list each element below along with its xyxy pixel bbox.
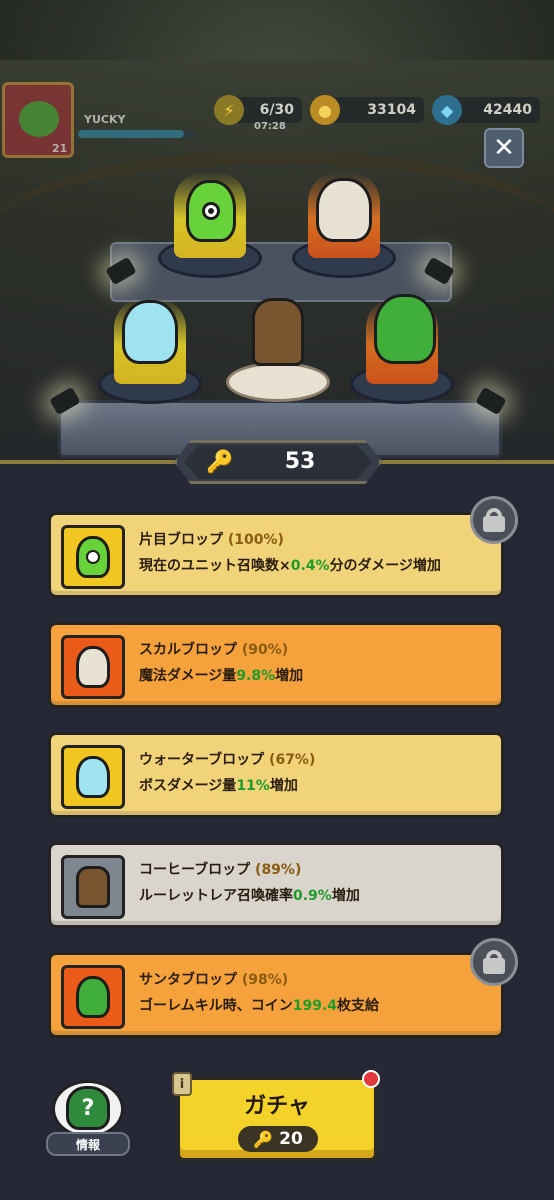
close-icon: ✕ xyxy=(493,133,515,163)
key-icon: 🔑 xyxy=(253,1129,274,1149)
santa-blob-icon xyxy=(61,965,125,1029)
coin-value: 33104 xyxy=(367,102,416,118)
card-description: ゴーレムキル時、コイン199.4枚支給 xyxy=(139,998,380,1014)
gem-counter[interactable]: ◆ 42440 xyxy=(432,95,540,125)
gacha-button[interactable]: ガチャ 🔑 20 xyxy=(176,1076,378,1162)
coin-counter[interactable]: ● 33104 xyxy=(310,95,424,125)
lock-icon[interactable] xyxy=(470,938,518,986)
bonus-card-coffee[interactable]: コーヒーブロップ (89%) ルーレットレア召喚確率0.9%増加 xyxy=(48,842,504,928)
player-exp-bar xyxy=(78,130,196,138)
coffee-blob-figure[interactable] xyxy=(252,298,304,366)
notification-dot xyxy=(362,1070,380,1088)
skull-blob-icon xyxy=(61,635,125,699)
bonus-card-one-eye[interactable]: 片目ブロップ (100%) 現在のユニット召喚数×0.4%分のダメージ増加 xyxy=(48,512,504,598)
energy-timer: 07:28 xyxy=(254,121,286,132)
divider-line xyxy=(0,460,180,464)
gacha-cost: 🔑 20 xyxy=(238,1126,318,1152)
bonus-card-skull[interactable]: スカルブロップ (90%) 魔法ダメージ量9.8%増加 xyxy=(48,622,504,708)
player-level: 21 xyxy=(52,142,68,155)
gacha-cost-value: 20 xyxy=(279,1129,303,1149)
water-blob-figure[interactable] xyxy=(122,300,178,364)
coin-icon: ● xyxy=(310,95,340,125)
player-name: YUCKY xyxy=(84,113,126,126)
divider-line xyxy=(376,460,554,464)
energy-value: 6/30 xyxy=(259,102,294,118)
pedestal xyxy=(226,362,330,402)
card-description: 魔法ダメージ量9.8%増加 xyxy=(139,668,304,684)
water-blob-icon xyxy=(61,745,125,809)
info-label: 情報 xyxy=(46,1132,130,1156)
display-scene: 21 YUCKY ⚡ 6/30 07:28 ● 33104 ◆ 42440 ✕ xyxy=(0,0,554,462)
card-description: ボスダメージ量11%増加 xyxy=(139,778,298,794)
lightning-icon: ⚡ xyxy=(214,95,244,125)
key-icon: 🔑 xyxy=(206,449,234,475)
card-title: 片目ブロップ (100%) xyxy=(139,532,284,548)
skull-blob-figure[interactable] xyxy=(316,178,372,242)
card-title: スカルブロップ (90%) xyxy=(139,642,289,658)
energy-counter[interactable]: ⚡ 6/30 xyxy=(214,95,302,125)
one-eye-blob-icon xyxy=(61,525,125,589)
question-blob-icon: ? xyxy=(66,1086,110,1130)
card-description: 現在のユニット召喚数×0.4%分のダメージ増加 xyxy=(139,558,441,574)
close-button[interactable]: ✕ xyxy=(484,128,524,168)
one-eye-blob-figure[interactable] xyxy=(186,180,236,242)
santa-blob-figure[interactable] xyxy=(374,294,436,364)
card-description: ルーレットレア召喚確率0.9%増加 xyxy=(139,888,360,904)
key-count: 53 xyxy=(284,449,316,474)
gem-value: 42440 xyxy=(483,102,532,118)
gacha-info-icon[interactable]: i xyxy=(172,1072,192,1096)
info-button[interactable]: ? 情報 xyxy=(46,1080,130,1160)
gacha-label: ガチャ xyxy=(244,1094,310,1119)
card-title: ウォーターブロップ (67%) xyxy=(139,752,316,768)
bonus-card-water[interactable]: ウォーターブロップ (67%) ボスダメージ量11%増加 xyxy=(48,732,504,818)
gem-icon: ◆ xyxy=(432,95,462,125)
coffee-blob-icon xyxy=(61,855,125,919)
card-title: サンタブロップ (98%) xyxy=(139,972,289,988)
lock-icon[interactable] xyxy=(470,496,518,544)
card-title: コーヒーブロップ (89%) xyxy=(139,862,302,878)
bonus-card-santa[interactable]: サンタブロップ (98%) ゴーレムキル時、コイン199.4枚支給 xyxy=(48,952,504,1038)
